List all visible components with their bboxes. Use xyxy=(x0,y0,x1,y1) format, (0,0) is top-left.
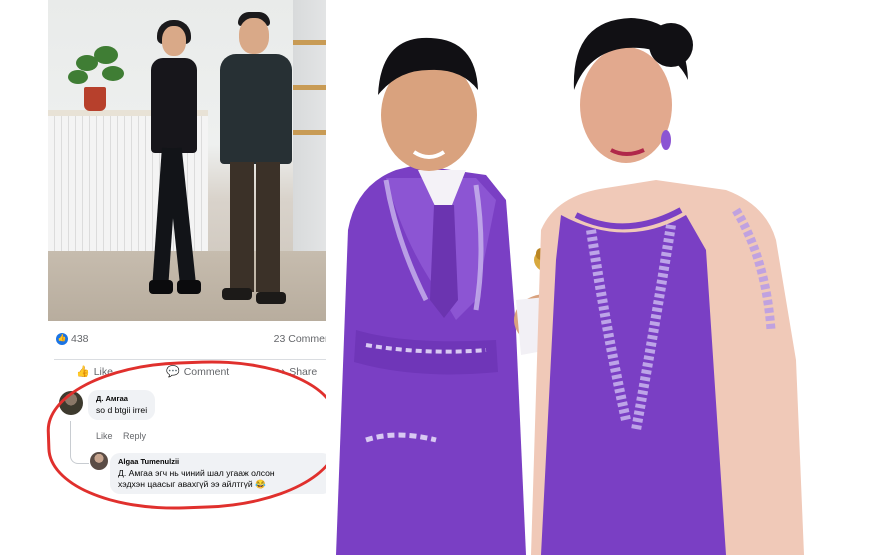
comment-bubble: Д. Амгаа so d btgii irrei xyxy=(88,390,156,420)
plant-leaf xyxy=(68,70,88,84)
shoe xyxy=(256,292,286,304)
comment-reply-link[interactable]: Reply xyxy=(123,431,146,441)
thumbs-up-icon: 👍 xyxy=(56,333,68,345)
share-button-label: Share xyxy=(289,365,318,378)
face xyxy=(162,26,186,56)
black-sweater xyxy=(151,58,197,153)
face xyxy=(239,18,269,54)
thumbs-up-outline-icon: 👍 xyxy=(76,366,90,378)
woman-in-purple-gown xyxy=(531,18,804,555)
post-footer: 👍 438 23 Comments 👍 Like 💬 Comment ↪ Sha… xyxy=(48,321,345,507)
share-arrow-icon: ↪ xyxy=(276,366,286,378)
facebook-post: 👍 438 23 Comments 👍 Like 💬 Comment ↪ Sha… xyxy=(48,0,345,507)
like-button[interactable]: 👍 Like xyxy=(76,365,113,379)
comment-author[interactable]: Algaa Tumenulzii xyxy=(118,457,324,466)
comment: Д. Амгаа so d btgii irrei Like Reply xyxy=(48,387,345,447)
avatar[interactable] xyxy=(90,452,108,470)
avatar[interactable] xyxy=(59,391,83,415)
comment-like-link[interactable]: Like xyxy=(96,431,113,441)
man-figure xyxy=(210,12,302,312)
boot xyxy=(177,280,201,294)
plant-leaf xyxy=(102,66,124,81)
action-bar: 👍 Like 💬 Comment ↪ Share xyxy=(54,359,339,382)
plant-pot xyxy=(84,87,106,111)
boot xyxy=(149,280,173,294)
costume-illustration xyxy=(336,18,804,555)
like-count[interactable]: 438 xyxy=(71,333,89,345)
leg xyxy=(230,162,254,292)
comment-button[interactable]: 💬 Comment xyxy=(166,365,230,379)
post-photo[interactable] xyxy=(48,0,345,321)
share-button[interactable]: ↪ Share xyxy=(276,365,318,379)
leg xyxy=(256,162,280,292)
comment-text: so d btgii irrei xyxy=(96,405,148,415)
woman-figure xyxy=(143,18,213,318)
shoe xyxy=(222,288,252,300)
costume-photo xyxy=(326,0,878,555)
plant-leaf xyxy=(94,46,118,64)
comment-bubble: Algaa Tumenulzii Д. Амгаа эгч нь чиний ш… xyxy=(110,453,332,494)
speech-bubble-icon: 💬 xyxy=(166,366,180,378)
comment-text-line: Д. Амгаа эгч нь чиний шал угааж олсон xyxy=(118,468,275,478)
dark-sweater xyxy=(220,54,292,164)
like-button-label: Like xyxy=(93,365,113,378)
comment-actions: Like Reply xyxy=(96,431,154,441)
reaction-stats: 👍 438 23 Comments xyxy=(56,331,339,349)
comment-text-line: хэдхэн цаасыг авахгүй ээ айлтгүй 😂 xyxy=(118,479,266,489)
comment-author[interactable]: Д. Амгаа xyxy=(96,394,147,403)
comment-button-label: Comment xyxy=(183,365,230,378)
reply-comment: Algaa Tumenulzii Д. Амгаа эгч нь чиний ш… xyxy=(48,449,345,507)
